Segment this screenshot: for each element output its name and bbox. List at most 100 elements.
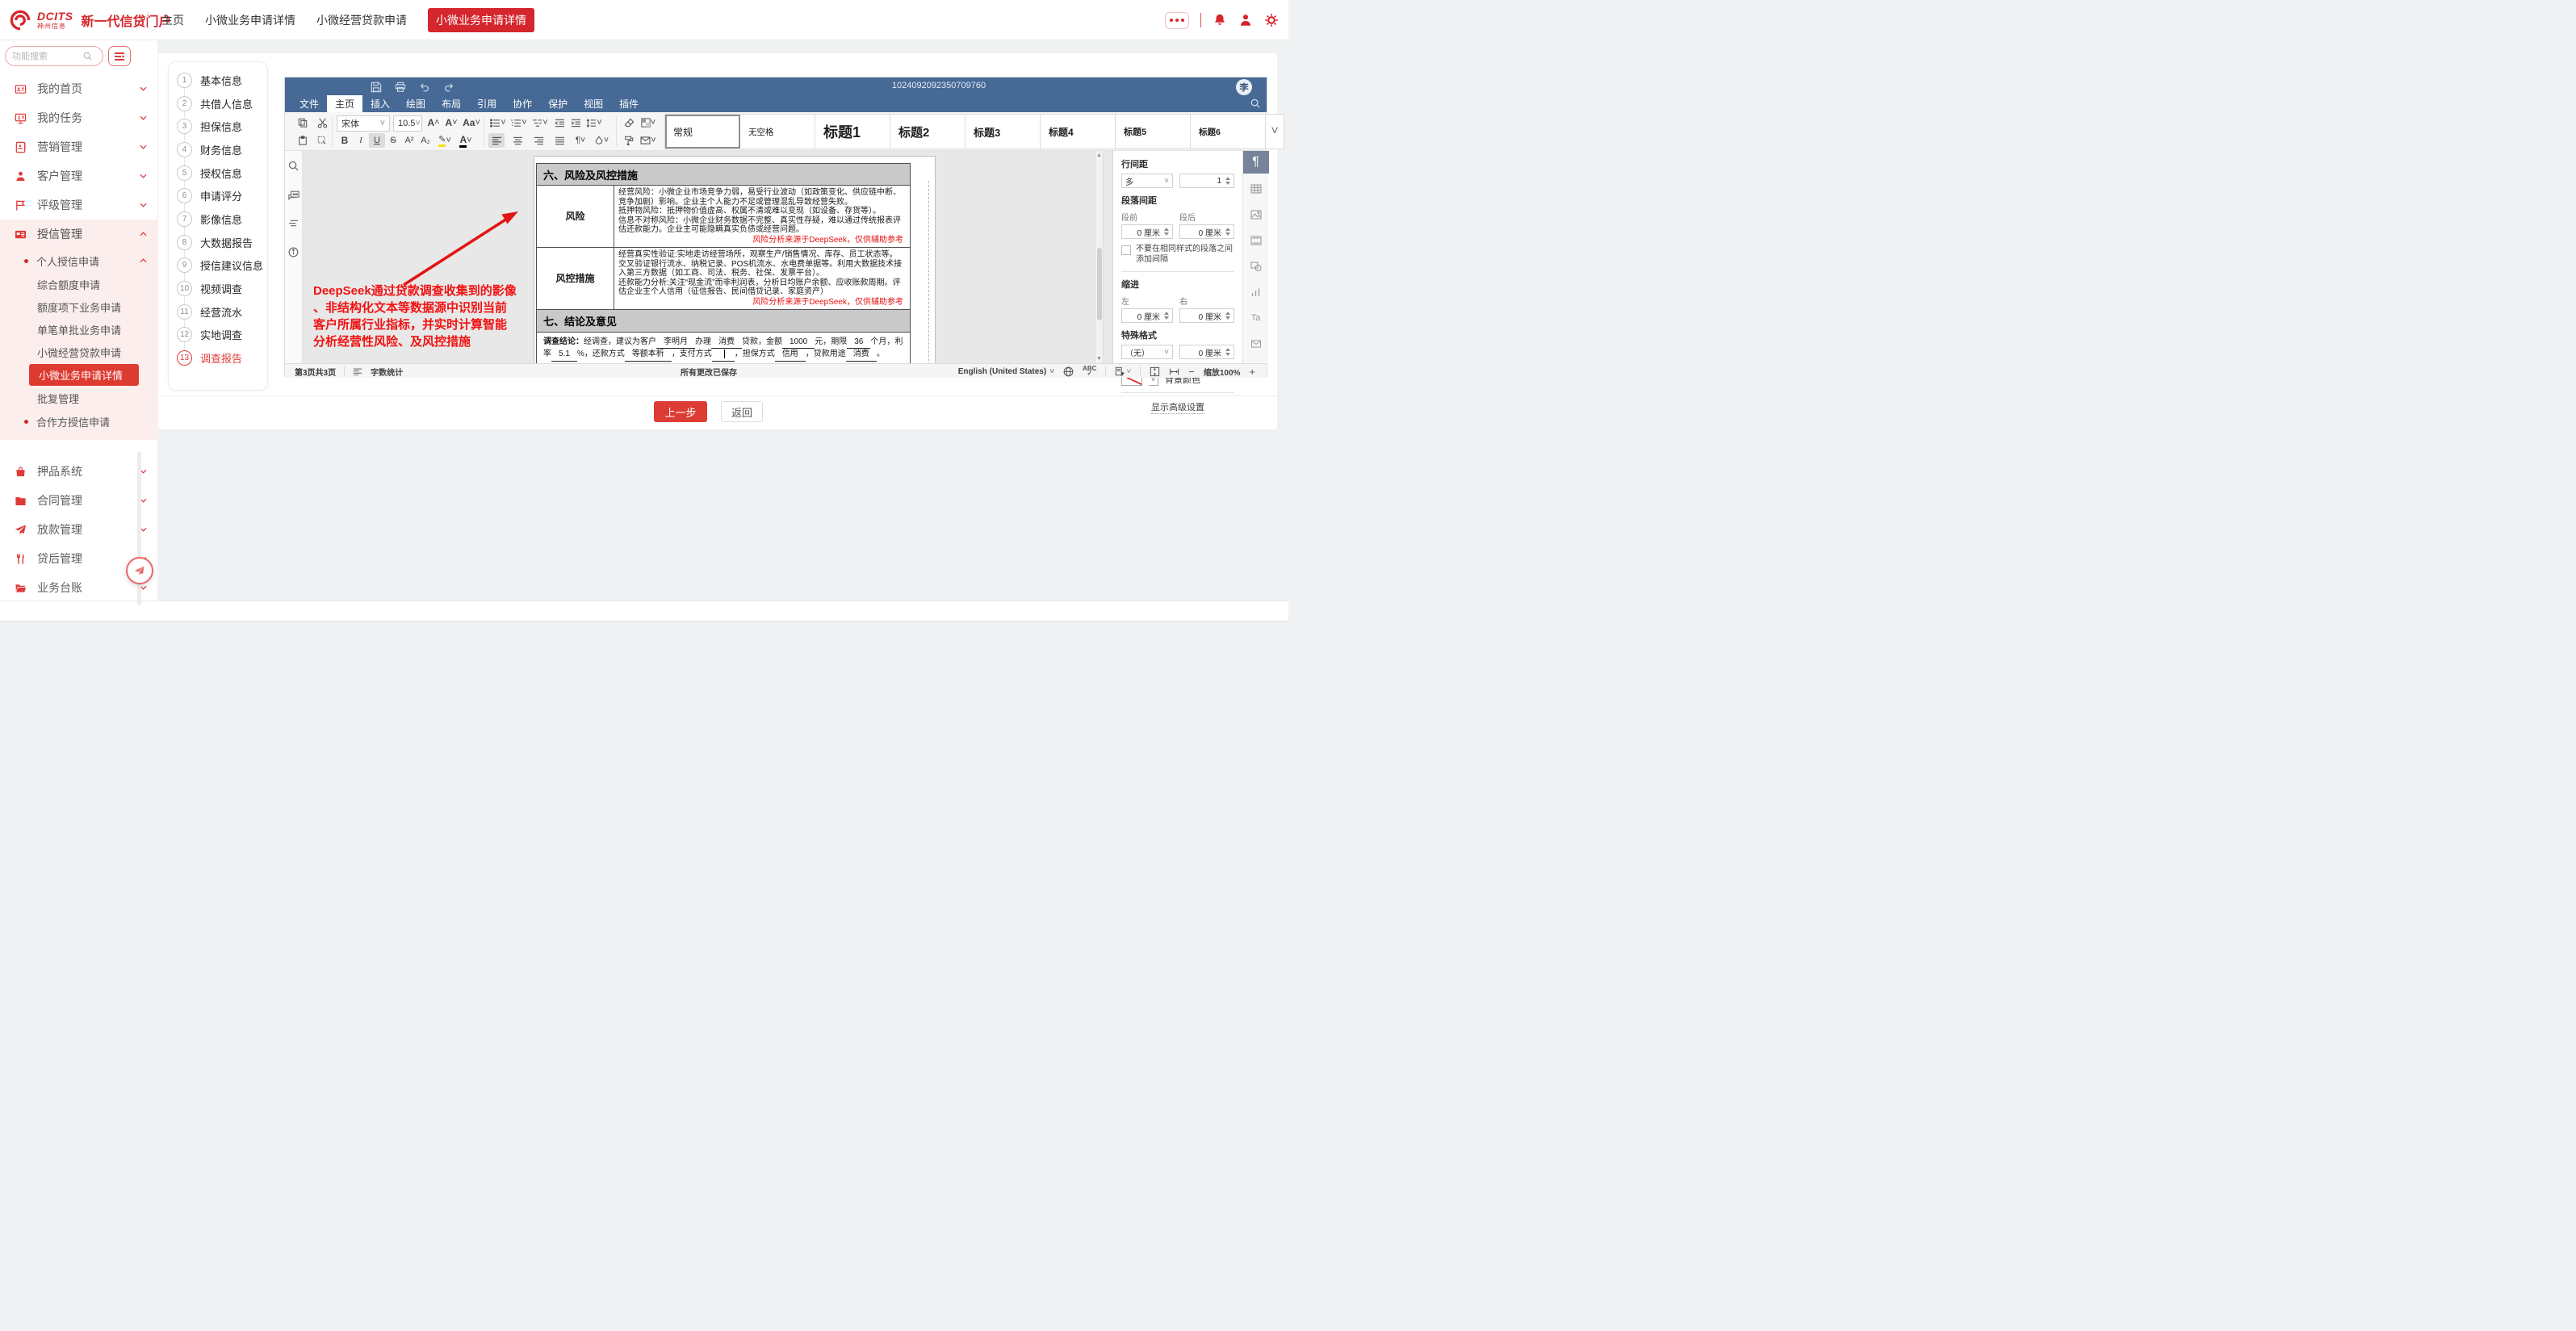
zoom-in-button[interactable]: + <box>1249 366 1255 378</box>
avatar[interactable]: 李 <box>1236 79 1252 95</box>
menu-collapse-button[interactable] <box>108 46 131 66</box>
ribbon-tab[interactable]: 保护 <box>540 95 576 112</box>
gear-icon[interactable] <box>1264 13 1279 27</box>
step-item[interactable]: 8 大数据报告 <box>177 231 264 254</box>
sidebar-subitem[interactable]: 小微业务申请详情 <box>29 364 139 386</box>
editor-search-icon[interactable] <box>1250 98 1260 108</box>
align-center-button[interactable] <box>509 133 526 148</box>
step-item[interactable]: 3 担保信息 <box>177 115 264 138</box>
back-button[interactable]: 返回 <box>721 401 763 422</box>
ribbon-tab[interactable]: 协作 <box>505 95 540 112</box>
special-format-select[interactable]: （无）˅ <box>1121 345 1173 359</box>
justify-button[interactable] <box>551 133 568 148</box>
print-icon[interactable] <box>395 82 406 93</box>
sidebar-item[interactable]: 押品系统 <box>0 457 158 486</box>
special-format-stepper[interactable]: 0 厘米 <box>1179 345 1234 359</box>
undo-icon[interactable] <box>419 82 430 93</box>
style-gallery-item[interactable]: 标题5 <box>1116 115 1191 149</box>
underline-button[interactable]: U <box>369 133 385 148</box>
search-input[interactable] <box>12 52 80 61</box>
spacing-after-stepper[interactable]: 0 厘米 <box>1179 224 1234 239</box>
info-icon[interactable] <box>288 247 299 257</box>
step-item[interactable]: 7 影像信息 <box>177 207 264 231</box>
ribbon-tab[interactable]: 插入 <box>362 95 398 112</box>
sidebar-search[interactable] <box>5 46 103 66</box>
sidebar-item[interactable]: 合同管理 <box>0 486 158 515</box>
find-icon[interactable] <box>288 161 299 171</box>
style-gallery-item[interactable]: 标题2 <box>890 115 965 149</box>
save-icon[interactable] <box>371 82 382 93</box>
sidebar-item[interactable]: 评级管理 <box>0 190 158 220</box>
topbar-tab[interactable]: 主页 <box>161 12 184 28</box>
paragraph-marks-button[interactable]: ¶˅ <box>571 133 590 148</box>
paragraph-shading-button[interactable]: ˅ <box>639 115 658 130</box>
highlight-color-button[interactable]: ✎˅ <box>435 133 454 148</box>
sidebar-item[interactable]: 放款管理 <box>0 515 158 544</box>
line-spacing-button[interactable]: ˅ <box>584 115 605 130</box>
clear-style-button[interactable] <box>621 115 637 130</box>
ribbon-tab[interactable]: 绘图 <box>398 95 434 112</box>
step-item[interactable]: 2 共借人信息 <box>177 92 264 115</box>
font-color-button[interactable]: A˅ <box>456 133 475 148</box>
sidebar-subitem[interactable]: 小微经营贷款申请 <box>0 341 158 363</box>
strikethrough-button[interactable]: S <box>385 133 401 148</box>
language-select[interactable]: English (United States)˅ <box>958 367 1054 376</box>
style-gallery-item[interactable]: 标题3 <box>965 115 1041 149</box>
sidebar-group-personal-credit[interactable]: 个人授信申请 <box>0 249 158 273</box>
copy-button[interactable] <box>295 115 311 130</box>
spacing-before-stepper[interactable]: 0 厘米 <box>1121 224 1173 239</box>
topbar-tab[interactable]: 小微经营贷款申请 <box>316 12 407 28</box>
table-settings-tab[interactable] <box>1243 178 1269 199</box>
zoom-level[interactable]: 缩放100% <box>1204 366 1241 378</box>
sidebar-item[interactable]: 我的任务 <box>0 103 158 132</box>
indent-right-stepper[interactable]: 0 厘米 <box>1179 308 1234 323</box>
navigation-icon[interactable] <box>288 220 299 228</box>
step-item[interactable]: 10 视频调查 <box>177 277 264 300</box>
change-case-button[interactable]: Aa˅ <box>461 115 482 130</box>
sidebar-item[interactable]: 客户管理 <box>0 161 158 190</box>
bold-button[interactable]: B <box>337 133 353 148</box>
paste-button[interactable] <box>295 133 311 148</box>
step-item[interactable]: 12 实地调查 <box>177 324 264 347</box>
step-item[interactable]: 6 申请评分 <box>177 184 264 207</box>
shading-fill-button[interactable]: ˅ <box>592 133 611 148</box>
ribbon-tab[interactable]: 插件 <box>611 95 647 112</box>
style-gallery-item[interactable]: 无空格 <box>740 115 815 149</box>
line-spacing-stepper[interactable]: 1 <box>1179 174 1234 188</box>
scroll-down-icon[interactable]: ▼ <box>1095 354 1103 363</box>
page-indicator[interactable]: 第3页共3页 <box>295 366 336 378</box>
select-button[interactable] <box>314 133 330 148</box>
more-icon[interactable] <box>1165 12 1189 29</box>
paragraph-settings-tab[interactable]: ¶ <box>1243 151 1269 174</box>
cut-button[interactable] <box>314 115 330 130</box>
document-page[interactable]: 六、风险及风控措施 风险 经营风险：小微企业市场竞争力弱，易受行业波动（如政策变… <box>534 156 936 363</box>
font-size-select[interactable]: 10.5˅ <box>393 115 422 132</box>
sidebar-item[interactable]: 我的首页 <box>0 74 158 103</box>
step-item[interactable]: 4 财务信息 <box>177 138 264 161</box>
track-changes-button[interactable]: ˅ <box>1115 366 1131 376</box>
scrollbar-thumb[interactable] <box>1097 248 1102 320</box>
ribbon-tab[interactable]: 文件 <box>291 95 327 112</box>
sidebar-subitem[interactable]: 额度项下业务申请 <box>0 295 158 318</box>
indent-left-stepper[interactable]: 0 厘米 <box>1121 308 1173 323</box>
ribbon-tab[interactable]: 视图 <box>576 95 611 112</box>
increase-indent-button[interactable] <box>568 115 584 130</box>
grow-font-button[interactable]: A˄ <box>425 115 442 130</box>
step-item[interactable]: 13 调查报告 <box>177 346 264 370</box>
user-icon[interactable] <box>1238 13 1253 27</box>
scroll-up-icon[interactable]: ▲ <box>1095 151 1103 160</box>
superscript-button[interactable]: A² <box>401 133 417 148</box>
ribbon-tab[interactable]: 布局 <box>434 95 469 112</box>
image-settings-tab[interactable] <box>1243 204 1269 225</box>
style-gallery-item[interactable]: 标题6 <box>1191 115 1266 149</box>
step-item[interactable]: 9 授信建议信息 <box>177 254 264 278</box>
chart-settings-tab[interactable] <box>1243 282 1269 303</box>
bullet-list-button[interactable]: ˅ <box>488 115 508 130</box>
fit-width-icon[interactable] <box>1169 366 1179 377</box>
topbar-tab[interactable]: 小微业务申请详情 <box>205 12 295 28</box>
advanced-settings-link[interactable]: 显示高级设置 <box>1151 400 1204 414</box>
sidebar-group-partner-credit[interactable]: 合作方授信申请 <box>0 409 158 433</box>
spellcheck-icon[interactable]: ABC✓ <box>1083 366 1096 376</box>
topbar-tab[interactable]: 小微业务申请详情 <box>428 8 534 32</box>
step-item[interactable]: 1 基本信息 <box>177 69 264 92</box>
